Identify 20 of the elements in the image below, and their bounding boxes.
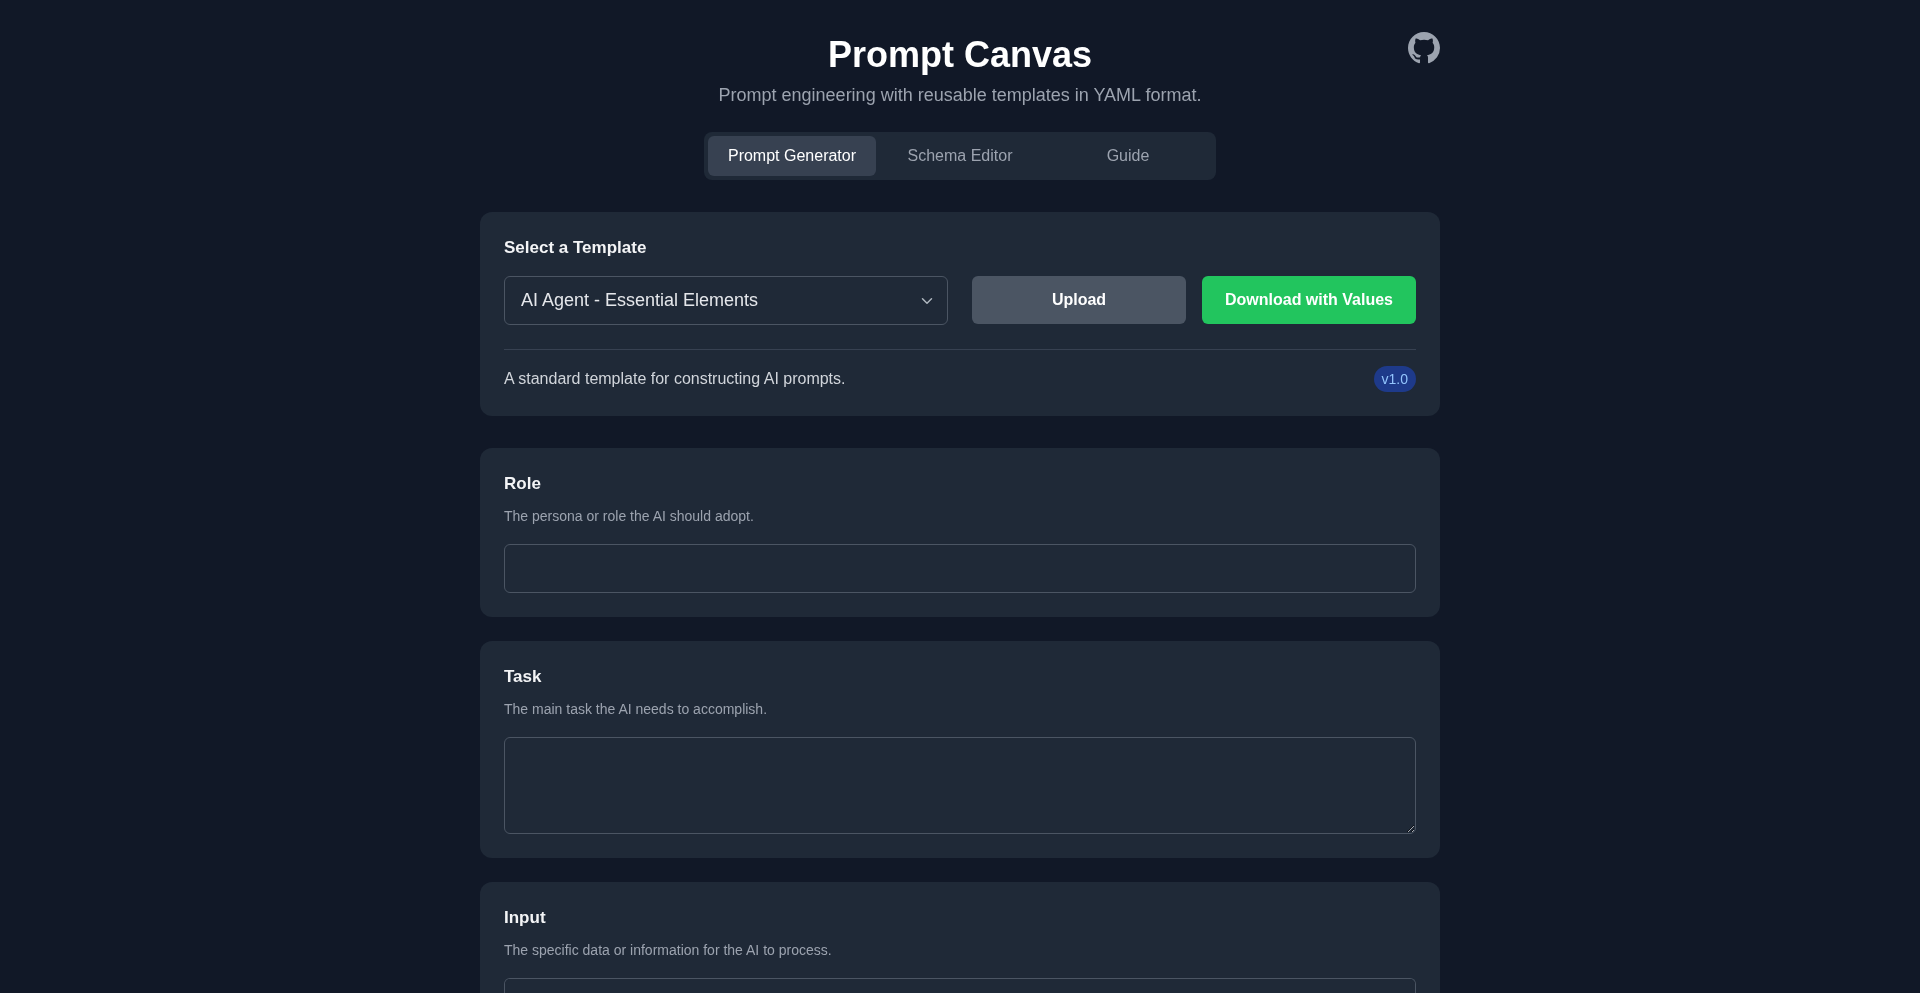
field-label: Task (504, 666, 543, 689)
field-help: The specific data or information for the AI to process. (504, 941, 833, 961)
field-label: Input (504, 907, 547, 930)
section-heading: Select a Template (504, 237, 648, 260)
field-help: The main task the AI needs to accomplish. (504, 700, 769, 720)
tab[interactable]: Prompt Generator (708, 136, 876, 177)
field-label: Role (504, 473, 542, 496)
upload-button[interactable]: Upload (972, 276, 1186, 325)
text-area[interactable] (504, 978, 1416, 993)
tab[interactable]: Guide (1044, 136, 1212, 177)
page-title: Prompt Canvas (826, 33, 1094, 77)
page-subtitle: Prompt engineering with reusable templates in YAML format. (718, 84, 1202, 108)
tab[interactable]: Schema Editor (876, 136, 1044, 177)
version-badge: v1.0 (1373, 366, 1416, 393)
template-description: A standard template for constructing AI prompts. (504, 369, 846, 390)
github-icon[interactable] (1408, 32, 1440, 64)
input-field[interactable] (504, 544, 1416, 594)
field-help: The persona or role the AI should adopt. (504, 507, 755, 527)
template-select[interactable]: AI Agent - Essential Elements (504, 276, 948, 326)
text-area[interactable] (504, 737, 1416, 835)
